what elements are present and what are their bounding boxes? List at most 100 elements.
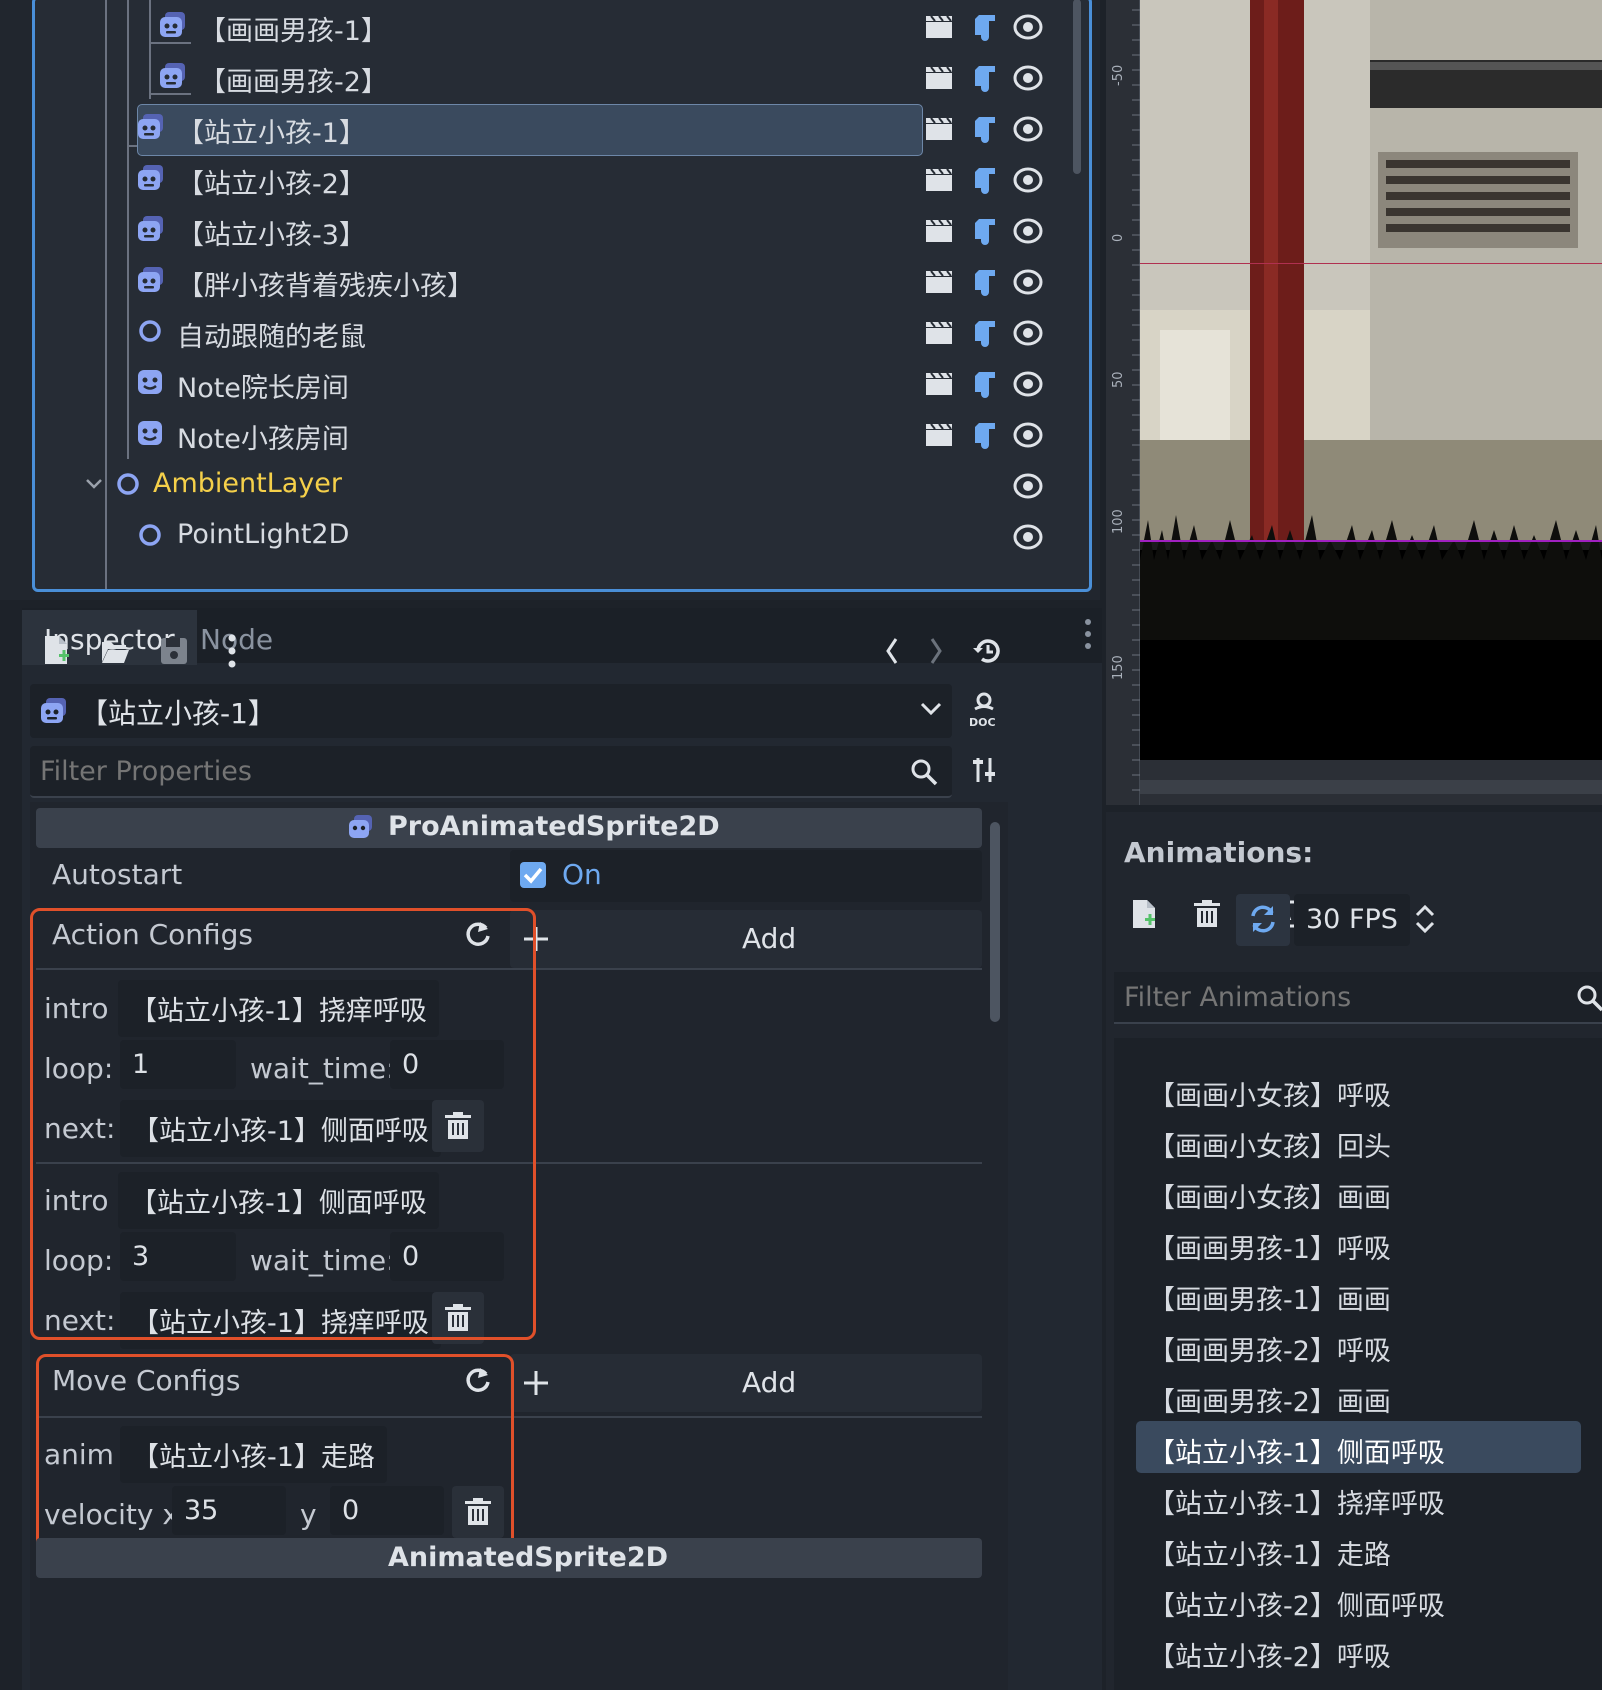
tab-menu-icon[interactable] — [1084, 618, 1092, 650]
tree-item[interactable]: 自动跟随的老鼠 — [35, 305, 1085, 357]
script-icon[interactable] — [971, 217, 999, 245]
animation-list-item[interactable]: 【画画小女孩】回头 — [1136, 1115, 1581, 1167]
tree-item-label: 【站立小孩-3】 — [177, 220, 366, 251]
highlight-box — [30, 908, 536, 1340]
ruler-label: 50 — [1111, 371, 1126, 388]
tree-item[interactable]: AmbientLayer — [35, 458, 1085, 510]
script-icon[interactable] — [971, 319, 999, 347]
visibility-eye-icon[interactable] — [1013, 166, 1043, 194]
property-tools-icon[interactable] — [972, 754, 998, 786]
svg-text:DOC: DOC — [969, 716, 996, 728]
animation-clapper-icon[interactable] — [925, 13, 953, 39]
visibility-eye-icon[interactable] — [1013, 217, 1043, 245]
canvas-layer-icon — [115, 471, 143, 497]
animation-clapper-icon[interactable] — [925, 166, 953, 192]
animation-list-item[interactable]: 【站立小孩-1】走路 — [1136, 1523, 1581, 1575]
tree-item-label: Note小孩房间 — [177, 424, 349, 455]
visibility-eye-icon[interactable] — [1013, 421, 1043, 449]
visibility-eye-icon[interactable] — [1013, 472, 1043, 500]
visibility-eye-icon[interactable] — [1013, 268, 1043, 296]
spin-arrows-icon[interactable] — [1414, 904, 1436, 934]
chevron-down-icon[interactable] — [85, 478, 103, 490]
delete-animation-icon[interactable] — [1194, 900, 1220, 928]
script-icon[interactable] — [971, 115, 999, 143]
animation-list-item[interactable]: 【画画男孩-2】呼吸 — [1136, 1319, 1581, 1371]
visibility-eye-icon[interactable] — [1013, 13, 1043, 41]
filter-animations-field[interactable] — [1114, 972, 1602, 1024]
autostart-checkbox[interactable]: On — [510, 850, 982, 902]
autostart-label: Autostart — [52, 858, 183, 891]
open-folder-icon[interactable] — [100, 638, 130, 664]
animation-list-item[interactable]: 【画画男孩-2】画画 — [1136, 1370, 1581, 1422]
search-icon — [1576, 984, 1602, 1012]
tree-item-label: AmbientLayer — [153, 468, 342, 499]
tree-item[interactable]: 【画画男孩-2】 — [35, 50, 1085, 102]
doc-icon[interactable]: DOC — [968, 692, 1000, 728]
animation-list-item[interactable]: 【画画小女孩】画画 — [1136, 1166, 1581, 1218]
tree-item[interactable]: Note小孩房间 — [35, 407, 1085, 459]
filter-properties-input[interactable] — [40, 754, 900, 788]
history-forward-icon[interactable] — [928, 636, 944, 666]
tree-scrollbar[interactable] — [1073, 0, 1081, 174]
animation-list-item[interactable]: 【站立小孩-2】侧面呼吸 — [1136, 1574, 1581, 1626]
script-icon[interactable] — [971, 166, 999, 194]
animation-list: 【画画小女孩】呼吸 【画画小女孩】回头 【画画小女孩】画画 【画画男孩-1】呼吸 【画画… — [1114, 1038, 1602, 1690]
animated-sprite-icon — [137, 267, 165, 293]
tree-item[interactable]: 【站立小孩-1】 — [35, 101, 1085, 156]
tree-item[interactable]: 【站立小孩-2】 — [35, 152, 1085, 204]
visibility-eye-icon[interactable] — [1013, 370, 1043, 398]
animation-clapper-icon[interactable] — [925, 115, 953, 141]
filter-animations-input[interactable] — [1124, 980, 1544, 1014]
animated-sprite-icon — [348, 815, 374, 839]
animation-clapper-icon[interactable] — [925, 64, 953, 90]
fps-input[interactable]: 30 FPS — [1294, 894, 1410, 946]
tree-item[interactable]: 【胖小孩背着残疾小孩】 — [35, 254, 1085, 306]
animation-list-item[interactable]: 【站立小孩-2】呼吸 — [1136, 1625, 1581, 1677]
tree-item[interactable]: 【画画男孩-1】 — [35, 0, 1085, 51]
animation-clapper-icon[interactable] — [925, 370, 953, 396]
save-icon[interactable] — [160, 637, 188, 665]
new-resource-icon[interactable] — [42, 634, 70, 666]
animation-list-item[interactable]: 【站立小孩-1】挠痒呼吸 — [1136, 1472, 1581, 1524]
animation-clapper-icon[interactable] — [925, 421, 953, 447]
animation-list-item[interactable]: 【画画小女孩】呼吸 — [1136, 1064, 1581, 1116]
animation-clapper-icon[interactable] — [925, 319, 953, 345]
animation-list-item[interactable]: 【站立小孩-1】侧面呼吸 — [1136, 1421, 1581, 1473]
history-back-icon[interactable] — [884, 636, 900, 666]
row-actions — [925, 319, 1055, 347]
visibility-eye-icon[interactable] — [1013, 64, 1043, 92]
animation-list-item[interactable]: 【画画男孩-1】画画 — [1136, 1268, 1581, 1320]
scene-tree-panel: 【画画男孩-1】 【画画男孩-2】 【站立小孩-1】 【站立小孩-2】【站立小孩-3】… — [0, 0, 1100, 600]
inspector-scrollbar[interactable] — [990, 822, 1000, 1022]
canvas-viewport[interactable]: -50 0 50 100 150 — [1106, 0, 1602, 805]
tree-item[interactable]: 【站立小孩-3】 — [35, 203, 1085, 255]
move-configs-add-button[interactable]: Add — [510, 1354, 982, 1412]
plus-icon — [522, 1369, 550, 1397]
history-icon[interactable] — [972, 637, 1002, 665]
horizontal-scrollbar[interactable] — [1140, 780, 1602, 794]
action-configs-add-button[interactable]: Add — [510, 910, 982, 968]
chevron-down-icon — [920, 702, 942, 716]
object-selector[interactable]: 【站立小孩-1】 — [30, 684, 952, 738]
script-icon[interactable] — [971, 268, 999, 296]
add-animation-icon[interactable] — [1130, 898, 1158, 930]
script-icon[interactable] — [971, 13, 999, 41]
animation-clapper-icon[interactable] — [925, 217, 953, 243]
sprite-icon — [137, 420, 165, 446]
tab-node[interactable]: Node — [178, 610, 295, 665]
filter-properties-field[interactable] — [30, 746, 952, 798]
tree-item[interactable]: PointLight2D — [35, 509, 1085, 561]
tree-item[interactable]: Note院长房间 — [35, 356, 1085, 408]
visibility-eye-icon[interactable] — [1013, 319, 1043, 347]
script-icon[interactable] — [971, 421, 999, 449]
row-actions — [925, 472, 1055, 500]
animation-clapper-icon[interactable] — [925, 268, 953, 294]
animation-list-item[interactable]: 【画画男孩-1】呼吸 — [1136, 1217, 1581, 1269]
script-icon[interactable] — [971, 64, 999, 92]
sprite-icon — [137, 369, 165, 395]
visibility-eye-icon[interactable] — [1013, 115, 1043, 143]
script-icon[interactable] — [971, 370, 999, 398]
visibility-eye-icon[interactable] — [1013, 523, 1043, 551]
row-actions — [925, 13, 1055, 41]
more-options-icon[interactable] — [228, 634, 236, 668]
